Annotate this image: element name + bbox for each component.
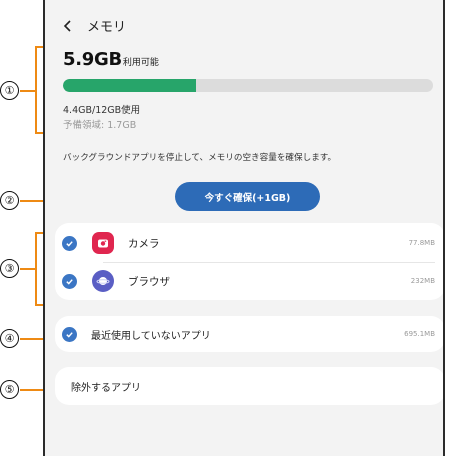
list-item-camera[interactable]: カメラ 77.8MB	[55, 224, 443, 262]
list-item-unused-apps[interactable]: 最近使用していないアプリ 695.1MB	[55, 316, 443, 352]
app-size: 77.8MB	[408, 239, 435, 247]
back-button[interactable]	[61, 19, 75, 33]
checkbox-camera[interactable]	[62, 235, 77, 251]
annotation-1: ①	[0, 81, 19, 100]
annotation-4: ④	[0, 329, 19, 348]
memory-available-value: 5.9GB	[63, 49, 122, 70]
memory-usage-bar-fill	[63, 79, 197, 92]
check-icon	[66, 331, 73, 338]
checkbox-unused-apps[interactable]	[62, 326, 77, 342]
annotation-bracket-1	[35, 46, 37, 134]
app-bar: メモリ	[61, 16, 126, 35]
phone-screen: メモリ 5.9GB 利用可能 4.4GB/12GB使用 予備領域: 1.7GB …	[43, 0, 445, 456]
app-name: ブラウザ	[128, 275, 170, 288]
memory-usage-bar	[63, 79, 433, 92]
camera-app-icon	[92, 232, 114, 254]
check-icon	[66, 240, 73, 247]
chevron-left-icon	[63, 19, 71, 32]
memory-used-text: 4.4GB/12GB使用	[63, 105, 141, 116]
annotation-bracket-3	[35, 232, 37, 306]
list-item-browser[interactable]: ブラウザ 232MB	[55, 262, 443, 300]
exclude-apps-card[interactable]: 除外するアプリ	[55, 367, 443, 405]
memory-available: 5.9GB 利用可能	[63, 49, 159, 70]
annotation-3: ③	[0, 259, 19, 278]
annotation-2: ②	[0, 191, 19, 210]
browser-app-icon	[92, 270, 114, 292]
checkbox-browser[interactable]	[62, 273, 77, 289]
annotation-line-3	[20, 268, 36, 270]
exclude-apps-label: 除外するアプリ	[71, 383, 141, 394]
page-title: メモリ	[87, 20, 127, 35]
annotation-line-1	[20, 90, 36, 92]
free-memory-button[interactable]: 今すぐ確保(+1GB)	[175, 182, 320, 211]
app-list-card: カメラ 77.8MB ブラウザ 232MB	[55, 223, 443, 300]
unused-apps-label: 最近使用していないアプリ	[91, 330, 211, 342]
memory-available-label: 利用可能	[122, 58, 159, 68]
app-name: カメラ	[128, 237, 160, 250]
planet-icon	[96, 277, 110, 285]
check-icon	[66, 278, 73, 285]
camera-icon	[98, 239, 108, 248]
annotation-5: ⑤	[0, 380, 19, 399]
description-text: バックグラウンドアプリを停止して、メモリの空き容量を確保します。	[63, 153, 337, 163]
unused-apps-card[interactable]: 最近使用していないアプリ 695.1MB	[55, 316, 443, 352]
app-size: 232MB	[410, 277, 435, 285]
unused-apps-size: 695.1MB	[404, 330, 435, 338]
memory-reserved-text: 予備領域: 1.7GB	[63, 120, 137, 131]
